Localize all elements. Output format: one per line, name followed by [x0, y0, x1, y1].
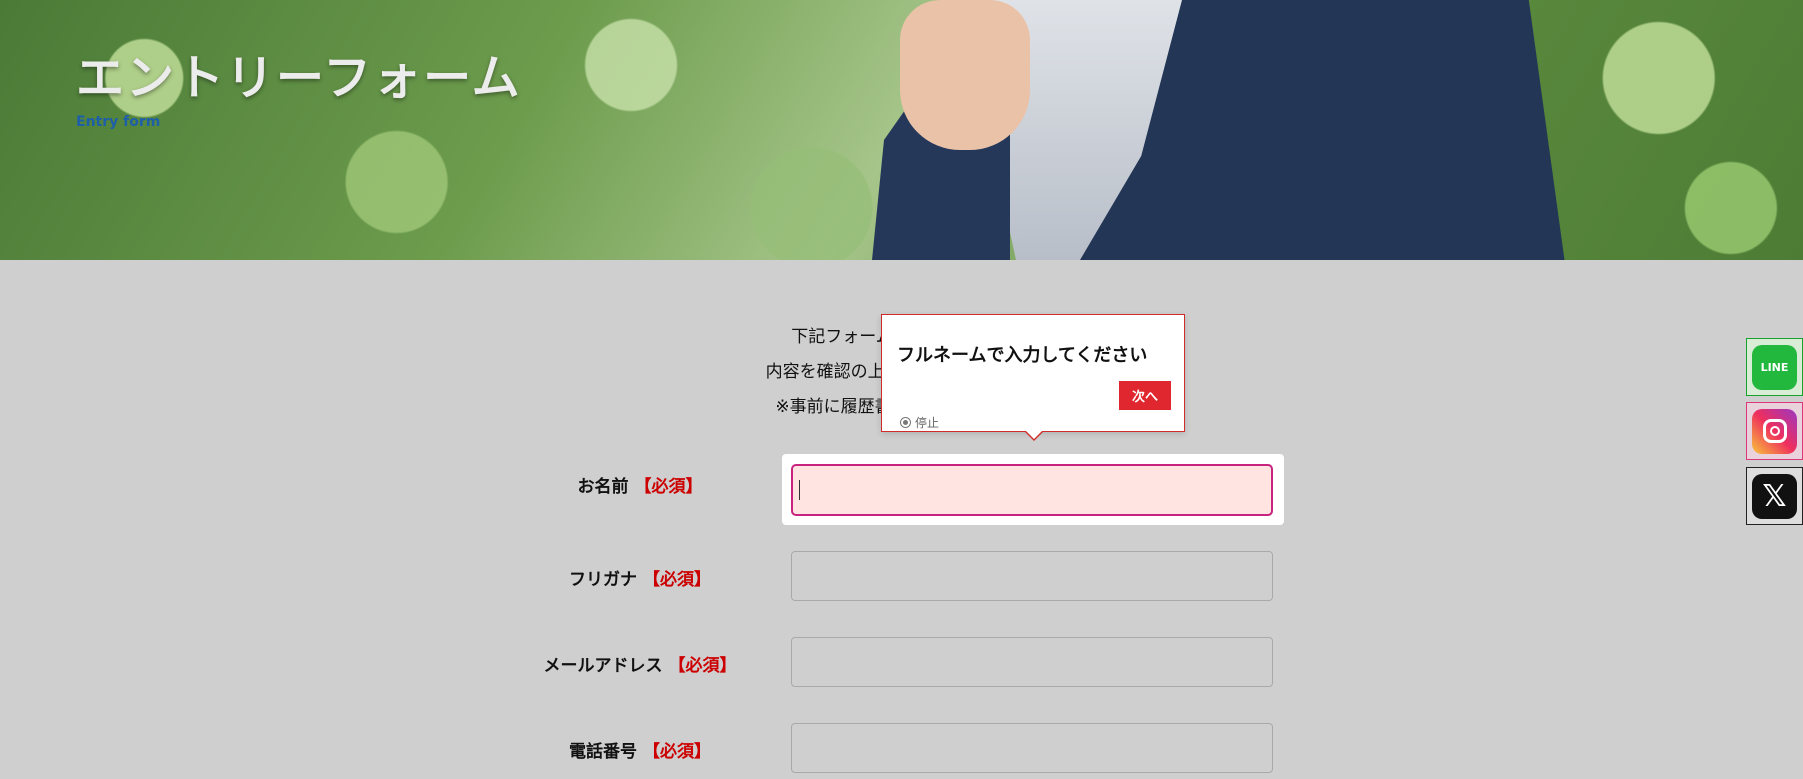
- instagram-link[interactable]: [1746, 402, 1803, 460]
- stop-label: 停止: [915, 416, 940, 430]
- form-row-furigana: フリガナ 【必須】: [0, 551, 1803, 607]
- phone-input[interactable]: [791, 723, 1273, 773]
- required-mark: 【必須】: [643, 570, 711, 590]
- furigana-input[interactable]: [791, 551, 1273, 601]
- x-icon: 𝕏: [1752, 473, 1797, 519]
- phone-label: 電話番号 【必須】: [569, 742, 711, 762]
- instagram-icon: [1752, 408, 1797, 454]
- required-mark: 【必須】: [643, 742, 711, 762]
- stop-button[interactable]: 停止: [900, 414, 939, 431]
- x-link[interactable]: 𝕏: [1746, 467, 1803, 525]
- hero-banner: エントリーフォーム Entry form: [0, 0, 1803, 260]
- form-row-email: メールアドレス 【必須】: [0, 637, 1803, 693]
- furigana-label: フリガナ 【必須】: [569, 570, 711, 590]
- next-button[interactable]: 次へ: [1119, 381, 1171, 410]
- text-caret: [799, 480, 800, 500]
- email-input[interactable]: [791, 637, 1273, 687]
- name-label: お名前 【必須】: [577, 477, 703, 497]
- popover-message: フルネームで入力してください: [897, 345, 1148, 366]
- required-mark: 【必須】: [634, 477, 703, 497]
- hero-photo-hand: [900, 0, 1030, 150]
- validation-popover: フルネームで入力してください 次へ 停止: [881, 314, 1185, 441]
- stop-icon: [900, 417, 911, 428]
- name-input[interactable]: [791, 464, 1273, 516]
- line-icon: LINE: [1752, 344, 1797, 390]
- required-mark: 【必須】: [668, 656, 737, 676]
- line-link[interactable]: LINE: [1746, 338, 1803, 396]
- page-title: エントリーフォーム: [76, 50, 522, 106]
- page-subtitle: Entry form: [76, 114, 161, 130]
- form-row-phone: 電話番号 【必須】: [0, 723, 1803, 779]
- form-row-name: お名前 【必須】: [0, 454, 1803, 516]
- email-label: メールアドレス 【必須】: [543, 656, 737, 676]
